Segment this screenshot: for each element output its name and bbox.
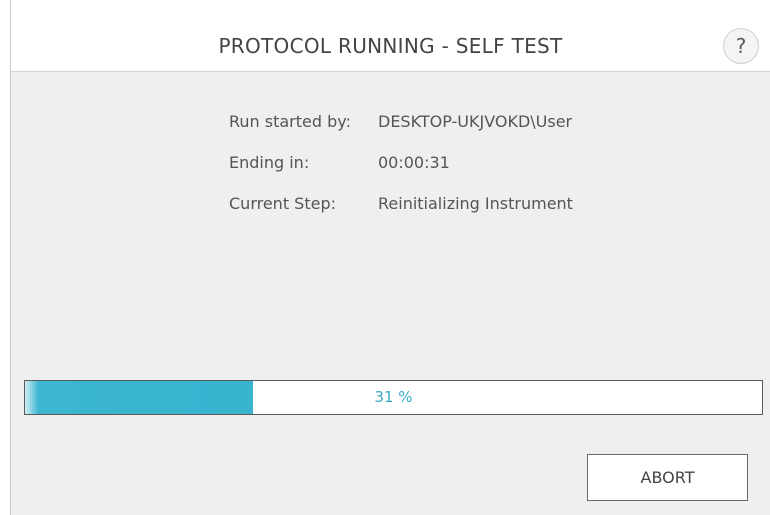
- current-step-row: Current Step: Reinitializing Instrument: [229, 194, 573, 235]
- ending-in-value: 00:00:31: [378, 153, 450, 172]
- progress-label: 31 %: [374, 388, 413, 406]
- run-started-by-value: DESKTOP-UKJVOKD\User: [378, 112, 573, 131]
- protocol-running-dialog: PROTOCOL RUNNING - SELF TEST ? Run start…: [11, 0, 770, 515]
- run-started-by-label: Run started by:: [229, 112, 351, 131]
- current-step-label: Current Step:: [229, 194, 336, 213]
- ending-in-label: Ending in:: [229, 153, 310, 172]
- dialog-title: PROTOCOL RUNNING - SELF TEST: [218, 34, 563, 58]
- run-started-by-row: Run started by: DESKTOP-UKJVOKD\User: [229, 112, 573, 153]
- help-button[interactable]: ?: [723, 28, 759, 64]
- dialog-header: PROTOCOL RUNNING - SELF TEST ?: [11, 0, 770, 72]
- current-step-value: Reinitializing Instrument: [378, 194, 573, 213]
- run-info: Run started by: DESKTOP-UKJVOKD\User End…: [229, 112, 573, 235]
- ending-in-row: Ending in: 00:00:31: [229, 153, 573, 194]
- window-edge: [0, 0, 11, 515]
- abort-button[interactable]: ABORT: [587, 454, 748, 501]
- progress-bar: 31 %: [24, 380, 763, 415]
